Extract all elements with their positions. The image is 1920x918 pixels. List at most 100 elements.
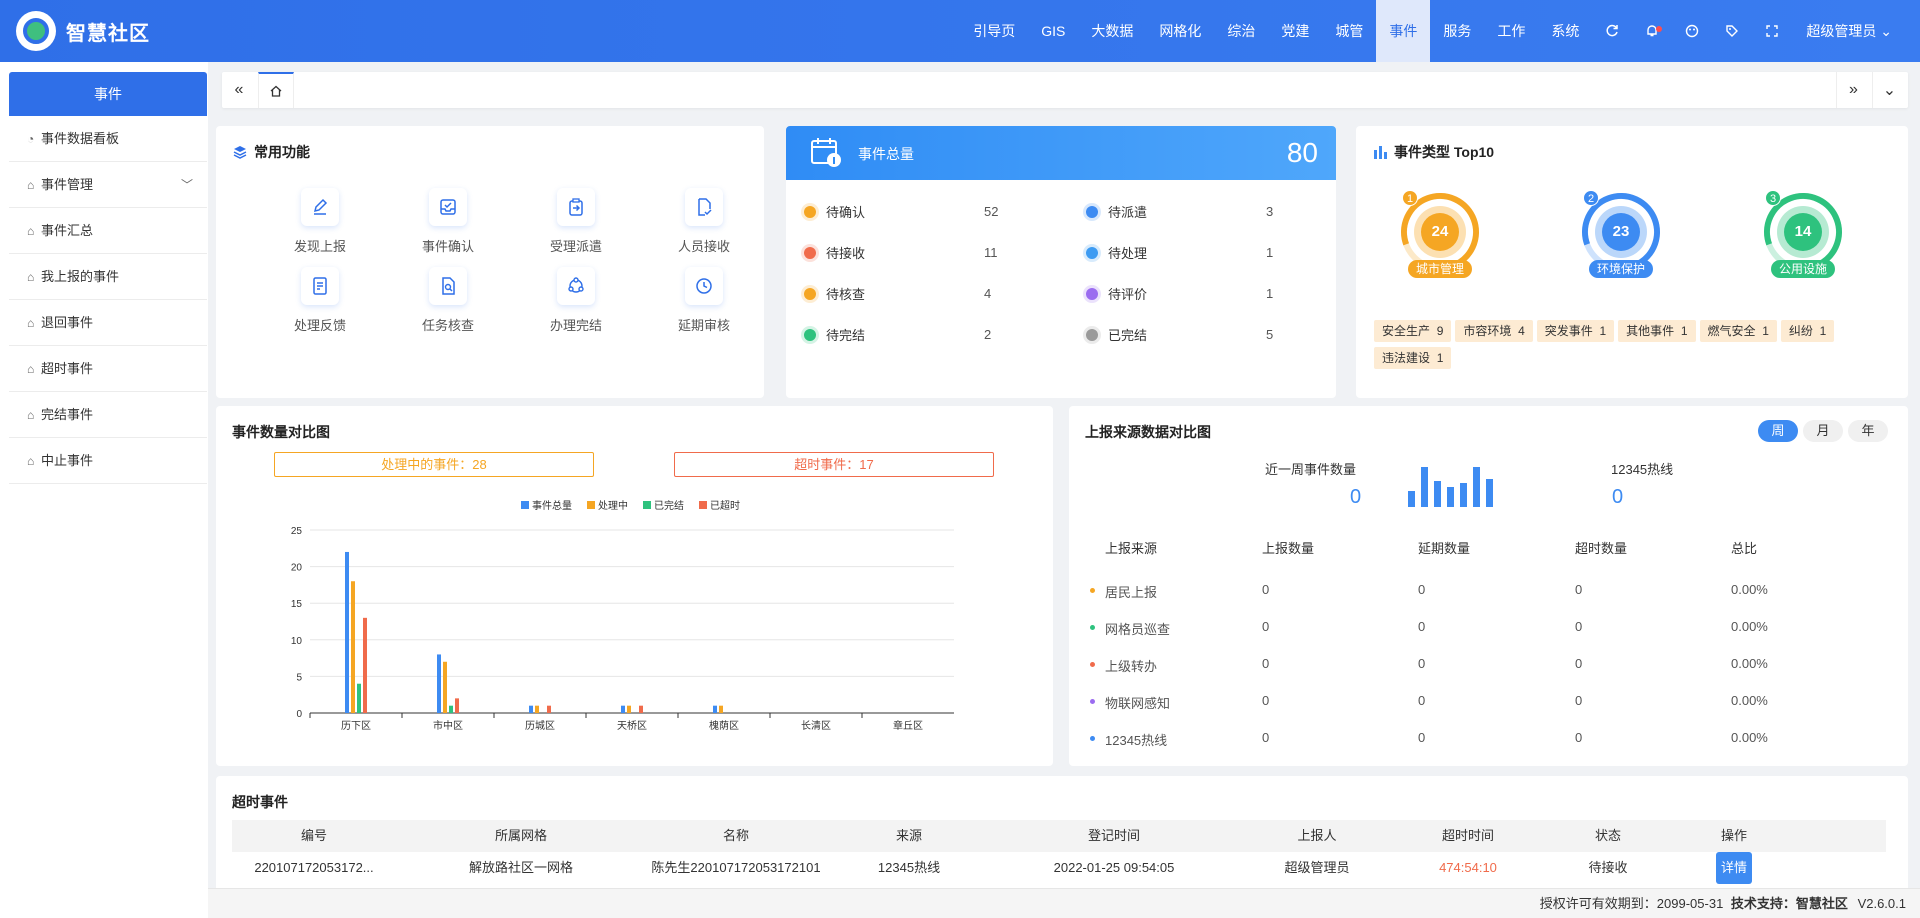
fn-label: 处理反馈 — [293, 318, 346, 333]
nav-item-grid[interactable]: 网格化 — [1146, 0, 1214, 62]
nav-item-governance[interactable]: 综治 — [1214, 0, 1268, 62]
period-month-button[interactable]: 月 — [1803, 420, 1843, 442]
source-overtime: 0 — [1575, 693, 1583, 708]
clock-icon — [685, 267, 723, 305]
bell-icon[interactable] — [1632, 0, 1672, 62]
nav-item-party[interactable]: 党建 — [1268, 0, 1322, 62]
x-tick-label: 长清区 — [801, 719, 831, 732]
user-menu[interactable]: 超级管理员 ⌄ — [1792, 0, 1920, 62]
status-value: 5 — [1266, 327, 1274, 342]
type-tag[interactable]: 市容环境 4 — [1455, 320, 1533, 342]
fn-feedback[interactable]: 处理反馈 — [256, 267, 384, 334]
fn-confirm[interactable]: 事件确认 — [384, 188, 512, 255]
fn-dispatch[interactable]: 受理派遣 — [512, 188, 640, 255]
top-type-ring[interactable]: 24 1 城市管理 — [1398, 190, 1482, 278]
cell-id: 220107172053172... — [254, 860, 374, 875]
ring-rank: 1 — [1402, 190, 1418, 206]
sidebar-item-mine[interactable]: ⌂ 我上报的事件 — [9, 254, 207, 300]
nav-item-events[interactable]: 事件 — [1376, 0, 1431, 62]
period-year-button[interactable]: 年 — [1848, 420, 1888, 442]
status-row[interactable]: 待评价 1 — [1086, 284, 1326, 303]
sidebar-item-overtime[interactable]: ⌂ 超时事件 — [9, 346, 207, 392]
fn-complete[interactable]: 办理完结 — [512, 267, 640, 334]
nav-item-work[interactable]: 工作 — [1484, 0, 1538, 62]
sidebar: 事件 ◔ 事件数据看板 ⌂ 事件管理 ﹀ ⌂ 事件汇总 ⌂ 我上报的事件 ⌂ 退回事件 ⌂ 超… — [0, 62, 208, 918]
event-bar-chart: 事件总量 处理中 已完结 已超时 0 5 10 15 20 25 历下区 市中区 历城区 天桥区 槐荫区 长清… — [291, 499, 954, 732]
bar — [351, 581, 355, 713]
sidebar-item-summary[interactable]: ⌂ 事件汇总 — [9, 208, 207, 254]
sidebar-item-returned[interactable]: ⌂ 退回事件 — [9, 300, 207, 346]
fn-label: 事件确认 — [421, 239, 474, 254]
fn-extension[interactable]: 延期审核 — [640, 267, 768, 334]
source-ratio: 0.00% — [1731, 730, 1768, 745]
status-row[interactable]: 已完结 5 — [1086, 325, 1326, 344]
main-nav: 引导页 GIS 大数据 网格化 综治 党建 城管 事件 服务 工作 系统 超级管… — [960, 0, 1920, 62]
status-row[interactable]: 待确认 52 — [804, 202, 1044, 221]
source-row[interactable]: 12345热线 0 0 0 0.00% — [1069, 730, 1889, 767]
home-tab[interactable] — [258, 72, 294, 108]
card-title: 事件类型 Top10 — [1372, 142, 1494, 162]
sidebar-item-label: 事件管理 — [41, 177, 94, 192]
source-delay: 0 — [1418, 656, 1426, 671]
status-row[interactable]: 待完结 2 — [804, 325, 1044, 344]
source-overtime: 0 — [1575, 582, 1583, 597]
fn-report[interactable]: 发现上报 — [256, 188, 384, 255]
cell-overtime: 474:54:10 — [1439, 860, 1497, 875]
tag-icon[interactable] — [1712, 0, 1752, 62]
nav-item-urban[interactable]: 城管 — [1322, 0, 1376, 62]
type-tag[interactable]: 其他事件 1 — [1618, 320, 1696, 342]
sidebar-item-manage[interactable]: ⌂ 事件管理 ﹀ — [9, 162, 207, 208]
palette-icon[interactable] — [1672, 0, 1712, 62]
source-row[interactable]: 物联网感知 0 0 0 0.00% — [1069, 693, 1889, 730]
status-label: 待接收 — [826, 246, 866, 261]
fn-receive[interactable]: 人员接收 — [640, 188, 768, 255]
sidebar-item-dashboard[interactable]: ◔ 事件数据看板 — [9, 116, 207, 162]
sidebar-item-stopped[interactable]: ⌂ 中止事件 — [9, 438, 207, 484]
nav-item-gis[interactable]: GIS — [1028, 0, 1078, 62]
sidebar-item-finished[interactable]: ⌂ 完结事件 — [9, 392, 207, 438]
status-dot-icon — [804, 287, 816, 300]
nav-item-service[interactable]: 服务 — [1430, 0, 1484, 62]
type-tag[interactable]: 安全生产 9 — [1374, 320, 1452, 342]
type-tag[interactable]: 燃气安全 1 — [1699, 320, 1777, 342]
ring-label: 环境保护 — [1589, 260, 1653, 278]
app-logo[interactable]: 智慧社区 — [16, 11, 150, 51]
top-type-ring[interactable]: 23 2 环境保护 — [1579, 190, 1663, 278]
card-title: 事件数量对比图 — [232, 424, 330, 440]
fullscreen-icon[interactable] — [1752, 0, 1792, 62]
nav-item-system[interactable]: 系统 — [1538, 0, 1592, 62]
nav-item-bigdata[interactable]: 大数据 — [1078, 0, 1146, 62]
col-header: 来源 — [895, 828, 922, 843]
chevron-down-icon[interactable]: ⌄ — [1872, 72, 1906, 108]
fn-verify[interactable]: 任务核查 — [384, 267, 512, 334]
source-name: 物联网感知 — [1105, 696, 1171, 711]
source-row[interactable]: 上级转办 0 0 0 0.00% — [1069, 656, 1889, 693]
network-icon — [557, 267, 595, 305]
table-row[interactable]: 220107172053172... 解放路社区一网格 陈先生220107172… — [232, 852, 1886, 907]
sidebar-header: 事件 — [9, 72, 207, 116]
status-row[interactable]: 待处理 1 — [1086, 243, 1326, 262]
doc-search-icon — [429, 267, 467, 305]
home-icon: ⌂ — [27, 316, 35, 330]
type-tag[interactable]: 纠纷 1 — [1780, 320, 1835, 342]
type-tag[interactable]: 突发事件 1 — [1536, 320, 1615, 342]
source-count: 0 — [1262, 582, 1270, 597]
source-overtime: 0 — [1575, 619, 1583, 634]
top-type-ring[interactable]: 14 3 公用设施 — [1761, 190, 1845, 278]
status-row[interactable]: 待接收 11 — [804, 243, 1044, 262]
scroll-left-icon[interactable]: « — [222, 72, 256, 108]
status-row[interactable]: 待核查 4 — [804, 284, 1044, 303]
source-dot-icon — [1090, 699, 1095, 704]
status-value: 1 — [1266, 286, 1274, 301]
nav-item-guide[interactable]: 引导页 — [960, 0, 1028, 62]
refresh-icon[interactable] — [1592, 0, 1632, 62]
detail-button[interactable]: 详情 — [1715, 852, 1752, 884]
source-row[interactable]: 网格员巡查 0 0 0 0.00% — [1069, 619, 1889, 656]
type-tag[interactable]: 违法建设 1 — [1374, 347, 1452, 369]
period-week-button[interactable]: 周 — [1758, 420, 1798, 442]
layers-icon — [233, 146, 247, 159]
status-row[interactable]: 待派遣 3 — [1086, 202, 1326, 221]
scroll-right-icon[interactable]: » — [1836, 72, 1870, 108]
source-dot-icon — [1090, 588, 1095, 593]
source-row[interactable]: 居民上报 0 0 0 0.00% — [1069, 582, 1889, 619]
